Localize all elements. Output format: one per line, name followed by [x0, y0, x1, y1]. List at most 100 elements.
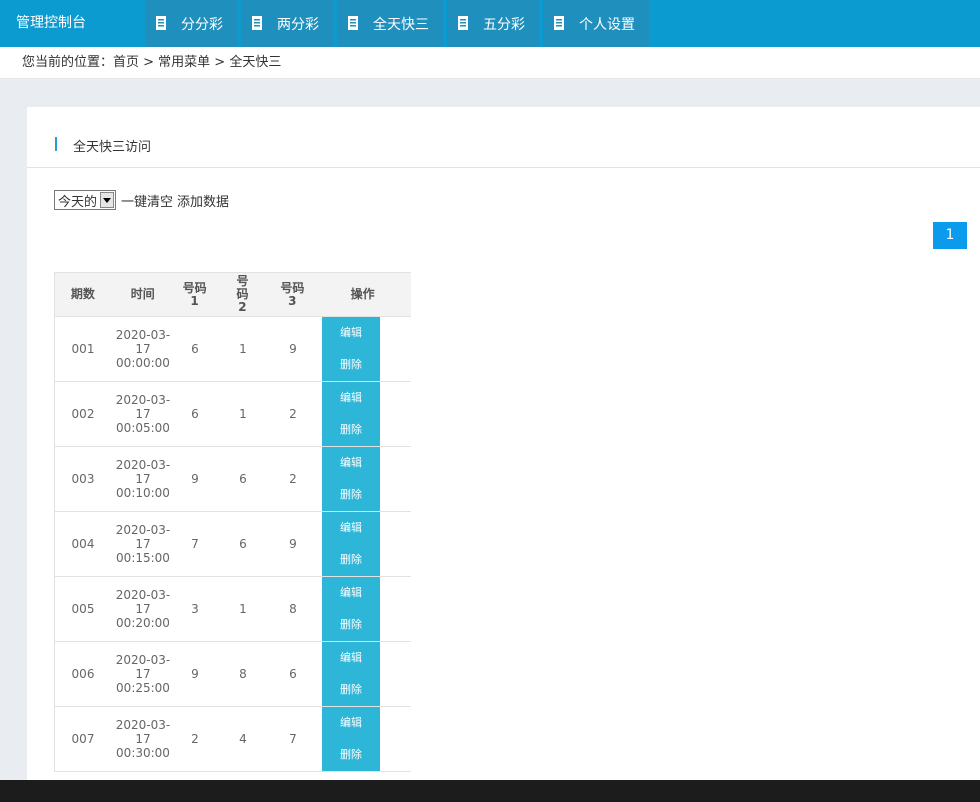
cell-time: 2020-03-17 00:00:00: [115, 328, 171, 370]
cell-number2: 1: [239, 342, 247, 356]
pagination-page-1[interactable]: 1: [933, 222, 967, 249]
cell-period: 006: [71, 667, 95, 681]
table-row: 005 2020-03-17 00:20:00 3 1 8 编辑 删除: [55, 577, 411, 642]
edit-button[interactable]: 编辑: [322, 512, 380, 544]
date-filter-value: 今天的: [58, 194, 98, 210]
table-row: 004 2020-03-17 00:15:00 7 6 9 编辑 删除: [55, 512, 411, 577]
nav-item-fenfencai[interactable]: 分分彩: [145, 0, 237, 47]
nav-item-wufencai[interactable]: 五分彩: [447, 0, 539, 47]
cell-number3: 9: [289, 342, 297, 356]
cell-number2: 6: [239, 537, 247, 551]
edit-button[interactable]: 编辑: [322, 577, 380, 609]
cell-period: 007: [71, 732, 95, 746]
cell-time: 2020-03-17 00:30:00: [115, 718, 171, 760]
table-row: 001 2020-03-17 00:00:00 6 1 9 编辑 删除: [55, 317, 411, 382]
row-actions: 编辑 删除: [322, 447, 380, 511]
cell-number1: 9: [191, 667, 199, 681]
toolbar: 今天的 一键清空 添加数据: [54, 190, 229, 210]
document-icon: [251, 15, 265, 33]
delete-button[interactable]: 删除: [322, 544, 380, 576]
row-actions: 编辑 删除: [322, 707, 380, 771]
column-header-time: 时间: [130, 287, 155, 301]
column-header-actions: 操作: [350, 287, 375, 301]
cell-number3: 9: [289, 537, 297, 551]
cell-period: 001: [71, 342, 95, 356]
edit-button[interactable]: 编辑: [322, 447, 380, 479]
cell-number3: 8: [289, 602, 297, 616]
column-header-number2: 号码2: [236, 274, 249, 314]
cell-number2: 6: [239, 472, 247, 486]
top-navigation-bar: 管理控制台 分分彩 两分彩 全天快三 五分彩 个人设置: [0, 0, 980, 47]
cell-number1: 3: [191, 602, 199, 616]
cell-number3: 2: [289, 472, 297, 486]
nav-item-label: 个人设置: [579, 16, 635, 33]
cell-period: 004: [71, 537, 95, 551]
cell-period: 003: [71, 472, 95, 486]
edit-button[interactable]: 编辑: [322, 382, 380, 414]
cell-number2: 1: [239, 602, 247, 616]
cell-time: 2020-03-17 00:15:00: [115, 523, 171, 565]
document-icon: [553, 15, 567, 33]
edit-button[interactable]: 编辑: [322, 642, 380, 674]
nav-item-liangfencai[interactable]: 两分彩: [241, 0, 333, 47]
brand-title[interactable]: 管理控制台: [16, 0, 86, 47]
row-actions: 编辑 删除: [322, 512, 380, 576]
dropdown-arrow-icon[interactable]: [100, 192, 115, 208]
edit-button[interactable]: 编辑: [322, 317, 380, 349]
page-title: 全天快三访问: [73, 140, 152, 155]
cell-time: 2020-03-17 00:20:00: [115, 588, 171, 630]
delete-button[interactable]: 删除: [322, 479, 380, 511]
nav-item-personal-settings[interactable]: 个人设置: [543, 0, 649, 47]
delete-button[interactable]: 删除: [322, 349, 380, 381]
cell-number2: 4: [239, 732, 247, 746]
cell-number1: 2: [191, 732, 199, 746]
table-row: 003 2020-03-17 00:10:00 9 6 2 编辑 删除: [55, 447, 411, 512]
row-actions: 编辑 删除: [322, 577, 380, 641]
cell-period: 002: [71, 407, 95, 421]
row-actions: 编辑 删除: [322, 642, 380, 706]
title-accent-bar: [55, 137, 57, 151]
cell-number3: 7: [289, 732, 297, 746]
cell-number1: 7: [191, 537, 199, 551]
nav-item-label: 两分彩: [277, 16, 319, 33]
delete-button[interactable]: 删除: [322, 674, 380, 706]
delete-button[interactable]: 删除: [322, 414, 380, 446]
nav-item-label: 分分彩: [181, 16, 223, 33]
document-icon: [155, 15, 169, 33]
cell-time: 2020-03-17 00:25:00: [115, 653, 171, 695]
cell-number3: 2: [289, 407, 297, 421]
row-actions: 编辑 删除: [322, 317, 380, 381]
row-actions: 编辑 删除: [322, 382, 380, 446]
cell-time: 2020-03-17 00:05:00: [115, 393, 171, 435]
date-filter-select[interactable]: 今天的: [54, 190, 117, 210]
clear-all-link[interactable]: 一键清空: [121, 191, 173, 210]
delete-button[interactable]: 删除: [322, 739, 380, 771]
nav-item-label: 五分彩: [483, 16, 525, 33]
document-icon: [347, 15, 361, 33]
delete-button[interactable]: 删除: [322, 609, 380, 641]
edit-button[interactable]: 编辑: [322, 707, 380, 739]
cell-number1: 9: [191, 472, 199, 486]
cell-number1: 6: [191, 407, 199, 421]
document-icon: [457, 15, 471, 33]
table-body: 001 2020-03-17 00:00:00 6 1 9 编辑 删除 002 2020-03-…: [55, 317, 411, 772]
cell-time: 2020-03-17 00:10:00: [115, 458, 171, 500]
cell-number2: 8: [239, 667, 247, 681]
main-nav: 分分彩 两分彩 全天快三 五分彩 个人设置: [145, 0, 653, 47]
content-panel: 全天快三访问 今天的 一键清空 添加数据 1 期数 时间 号码1 号码2 号码3…: [27, 107, 980, 787]
column-header-number1: 号码1: [182, 280, 207, 308]
table-header: 期数 时间 号码1 号码2 号码3 操作: [55, 272, 411, 317]
column-header-period: 期数: [70, 287, 95, 301]
cell-number2: 1: [239, 407, 247, 421]
cell-period: 005: [71, 602, 95, 616]
table-row: 002 2020-03-17 00:05:00 6 1 2 编辑 删除: [55, 382, 411, 447]
cell-number1: 6: [191, 342, 199, 356]
breadcrumb-bar: 您当前的位置：首页 > 常用菜单 > 全天快三: [0, 47, 980, 79]
cell-number3: 6: [289, 667, 297, 681]
bottom-strip: [0, 780, 980, 802]
nav-item-label: 全天快三: [373, 16, 429, 33]
data-table: 期数 时间 号码1 号码2 号码3 操作 001 2020-03-17 00:00…: [54, 272, 411, 772]
breadcrumb: 您当前的位置：首页 > 常用菜单 > 全天快三: [22, 55, 282, 70]
nav-item-quantiankuaisan[interactable]: 全天快三: [337, 0, 443, 47]
add-data-link[interactable]: 添加数据: [177, 191, 229, 210]
